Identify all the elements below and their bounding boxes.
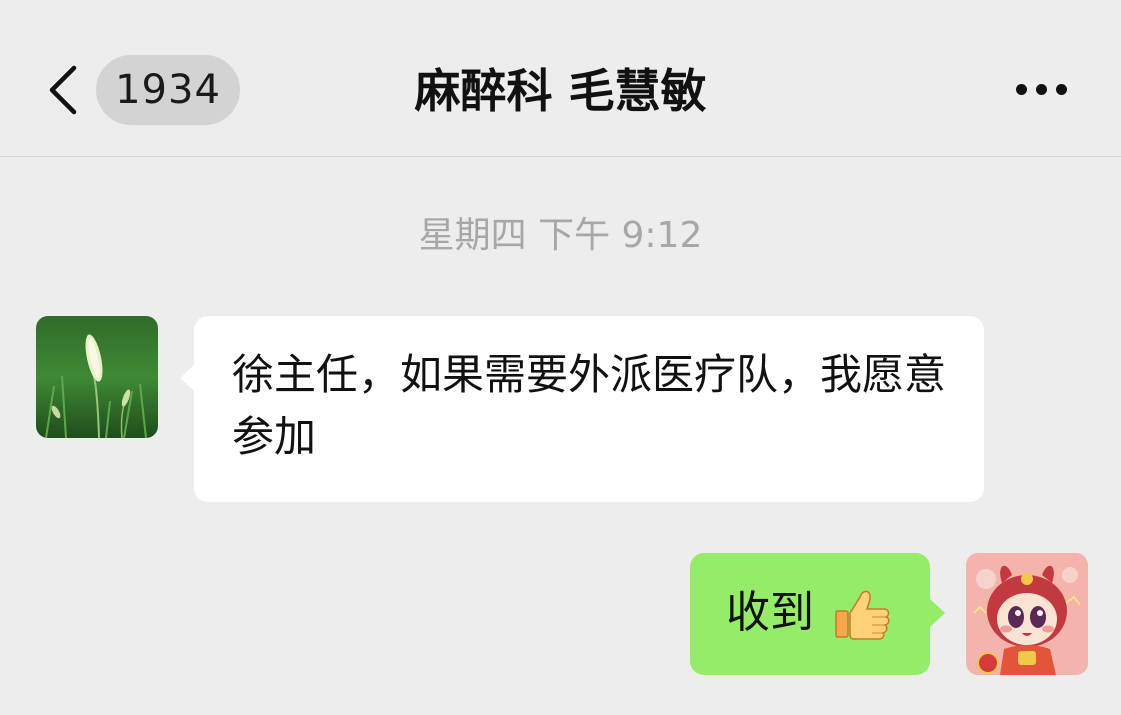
thumbs-up-icon	[835, 590, 890, 640]
user-avatar[interactable]	[966, 553, 1088, 675]
unread-count-badge[interactable]: 1934	[96, 55, 240, 125]
message-text: 徐主任，如果需要外派医疗队，我愿意参加	[232, 350, 947, 461]
chat-title: 麻醉科 毛慧敏	[414, 64, 707, 118]
contact-avatar[interactable]	[36, 316, 158, 438]
chat-header: 1934 麻醉科 毛慧敏	[0, 0, 1121, 157]
grass-photo-image	[36, 316, 158, 438]
cartoon-character-image	[966, 553, 1088, 675]
incoming-message-bubble[interactable]: 徐主任，如果需要外派医疗队，我愿意参加	[180, 316, 984, 502]
back-arrow-icon[interactable]	[46, 64, 80, 116]
outgoing-message-bubble[interactable]: 收到	[690, 553, 945, 675]
more-options-icon[interactable]	[1008, 72, 1074, 108]
message-text: 收到	[726, 587, 814, 638]
message-timestamp: 星期四 下午 9:12	[418, 215, 703, 256]
